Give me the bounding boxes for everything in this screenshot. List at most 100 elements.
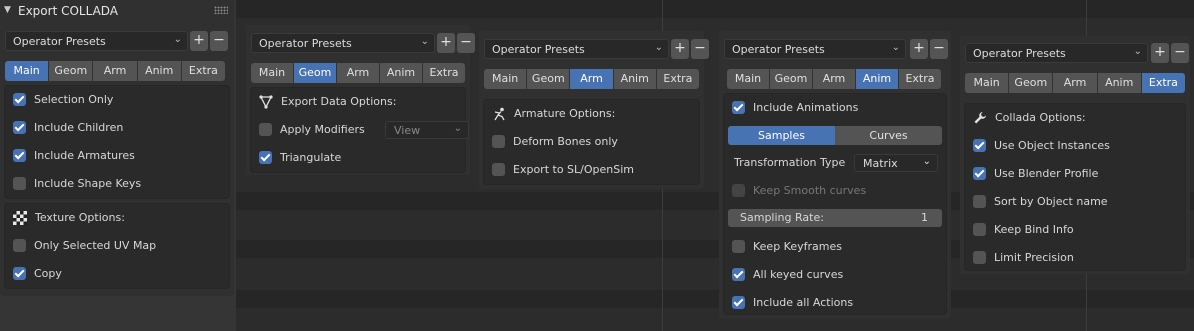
tab-extra[interactable]: Extra — [423, 63, 465, 83]
keep-keyframes-option[interactable]: Keep Keyframes — [732, 237, 938, 257]
include-armatures-option[interactable]: Include Armatures — [13, 146, 221, 166]
keep-smooth-curves-option[interactable]: Keep Smooth curves — [732, 181, 938, 201]
tab-anim[interactable]: Anim — [856, 69, 899, 89]
keep-bind-info-option[interactable]: Keep Bind Info — [973, 220, 1177, 240]
add-preset-button[interactable]: + — [190, 31, 208, 51]
tab-extra[interactable]: Extra — [656, 69, 699, 89]
operator-presets-dropdown[interactable]: Operator Presets ⌄ — [724, 39, 906, 59]
use-blender-profile-checkbox[interactable] — [973, 167, 986, 180]
add-preset-button[interactable]: + — [671, 39, 689, 59]
triangulate-checkbox[interactable] — [259, 151, 272, 164]
tab-arm[interactable]: Arm — [813, 69, 856, 89]
tab-main[interactable]: Main — [727, 69, 770, 89]
tab-extra[interactable]: Extra — [1141, 73, 1185, 93]
tab-main[interactable]: Main — [5, 61, 50, 81]
include-shape-keys-checkbox[interactable] — [13, 177, 26, 190]
tab-extra[interactable]: Extra — [899, 69, 941, 89]
use-object-instances-option[interactable]: Use Object Instances — [973, 136, 1177, 156]
remove-preset-button[interactable]: − — [930, 39, 948, 59]
export-tabs: Main Geom Arm Anim Extra — [484, 69, 699, 89]
curves-toggle-button[interactable]: Curves — [835, 126, 942, 145]
limit-precision-option[interactable]: Limit Precision — [973, 248, 1177, 268]
tab-main[interactable]: Main — [965, 73, 1010, 93]
keep-bind-info-checkbox[interactable] — [973, 223, 986, 236]
drag-grip-icon[interactable] — [214, 6, 228, 14]
all-keyed-curves-checkbox[interactable] — [732, 268, 745, 281]
include-animations-checkbox[interactable] — [732, 101, 745, 114]
tab-anim[interactable]: Anim — [613, 69, 657, 89]
operator-presets-dropdown[interactable]: Operator Presets ⌄ — [965, 43, 1148, 63]
copy-option[interactable]: Copy — [13, 264, 221, 284]
operator-presets: Operator Presets ⌄ + − — [724, 39, 948, 59]
sampling-rate-field[interactable]: Sampling Rate: 1 — [728, 209, 942, 227]
use-blender-profile-option[interactable]: Use Blender Profile — [973, 164, 1177, 184]
include-all-actions-checkbox[interactable] — [732, 296, 745, 309]
tab-arm[interactable]: Arm — [337, 63, 380, 83]
apply-modifiers-checkbox[interactable] — [259, 123, 272, 136]
include-shape-keys-option[interactable]: Include Shape Keys — [13, 174, 221, 194]
export-to-sl-checkbox[interactable] — [492, 163, 505, 176]
tab-geom[interactable]: Geom — [527, 69, 571, 89]
use-object-instances-label: Use Object Instances — [994, 139, 1110, 152]
sort-by-object-name-option[interactable]: Sort by Object name — [973, 192, 1177, 212]
include-children-option[interactable]: Include Children — [13, 118, 221, 138]
include-all-actions-option[interactable]: Include all Actions — [732, 293, 938, 313]
deform-bones-only-checkbox[interactable] — [492, 135, 505, 148]
add-preset-button[interactable]: + — [910, 39, 928, 59]
remove-preset-button[interactable]: − — [691, 39, 709, 59]
export-to-sl-option[interactable]: Export to SL/OpenSim — [492, 160, 691, 180]
tab-main[interactable]: Main — [484, 69, 528, 89]
remove-preset-button[interactable]: − — [1171, 43, 1189, 63]
tab-geom[interactable]: Geom — [49, 61, 94, 81]
export-data-options-label: Export Data Options: — [281, 95, 397, 108]
only-selected-uv-option[interactable]: Only Selected UV Map — [13, 236, 221, 256]
tab-arm[interactable]: Arm — [570, 69, 614, 89]
keep-keyframes-checkbox[interactable] — [732, 240, 745, 253]
tab-anim[interactable]: Anim — [1097, 73, 1142, 93]
operator-presets-dropdown[interactable]: Operator Presets ⌄ — [5, 31, 188, 51]
transformation-type-dropdown[interactable]: Matrix ⌄ — [854, 154, 938, 172]
operator-presets-dropdown[interactable]: Operator Presets ⌄ — [484, 39, 669, 59]
limit-precision-checkbox[interactable] — [973, 251, 986, 264]
modifiers-mode-value: View — [394, 124, 421, 137]
remove-preset-button[interactable]: − — [457, 33, 475, 53]
tab-main[interactable]: Main — [251, 63, 294, 83]
all-keyed-curves-option[interactable]: All keyed curves — [732, 265, 938, 285]
operator-presets-dropdown[interactable]: Operator Presets ⌄ — [251, 33, 435, 53]
tab-anim[interactable]: Anim — [380, 63, 423, 83]
selection-only-option[interactable]: Selection Only — [13, 90, 221, 110]
samples-toggle-button[interactable]: Samples — [728, 126, 835, 145]
use-object-instances-checkbox[interactable] — [973, 139, 986, 152]
collapse-triangle-icon[interactable]: ▼ — [4, 5, 11, 15]
transformation-type-value: Matrix — [863, 157, 898, 170]
only-selected-uv-checkbox[interactable] — [13, 239, 26, 252]
selection-only-checkbox[interactable] — [13, 93, 26, 106]
tab-geom[interactable]: Geom — [294, 63, 337, 83]
panel-header[interactable]: ▼ Export COLLADA — [0, 0, 234, 22]
extra-options-box: Collada Options: Use Object Instances Us… — [964, 103, 1186, 271]
chevron-down-icon: ⌄ — [420, 36, 429, 47]
include-animations-option[interactable]: Include Animations — [732, 98, 938, 118]
sort-by-object-name-checkbox[interactable] — [973, 195, 986, 208]
tab-arm[interactable]: Arm — [1053, 73, 1098, 93]
modifiers-mode-dropdown[interactable]: View ⌄ — [385, 121, 469, 139]
export-collada-panel-extra: Operator Presets ⌄ + − Main Geom Arm Ani… — [960, 36, 1190, 274]
export-tabs: Main Geom Arm Anim Extra — [5, 61, 225, 81]
chevron-down-icon: ⌄ — [453, 123, 462, 134]
copy-checkbox[interactable] — [13, 267, 26, 280]
keep-smooth-curves-checkbox[interactable] — [732, 184, 745, 197]
tab-geom[interactable]: Geom — [1009, 73, 1054, 93]
tab-arm[interactable]: Arm — [93, 61, 138, 81]
tab-anim[interactable]: Anim — [137, 61, 182, 81]
include-children-checkbox[interactable] — [13, 121, 26, 134]
tab-geom[interactable]: Geom — [770, 69, 813, 89]
include-armatures-checkbox[interactable] — [13, 149, 26, 162]
triangulate-option[interactable]: Triangulate — [259, 148, 457, 168]
add-preset-button[interactable]: + — [1151, 43, 1169, 63]
deform-bones-only-option[interactable]: Deform Bones only — [492, 132, 691, 152]
tab-extra[interactable]: Extra — [181, 61, 225, 81]
export-to-sl-label: Export to SL/OpenSim — [513, 163, 634, 176]
remove-preset-button[interactable]: − — [210, 31, 228, 51]
add-preset-button[interactable]: + — [437, 33, 455, 53]
operator-presets-label: Operator Presets — [973, 47, 1066, 60]
